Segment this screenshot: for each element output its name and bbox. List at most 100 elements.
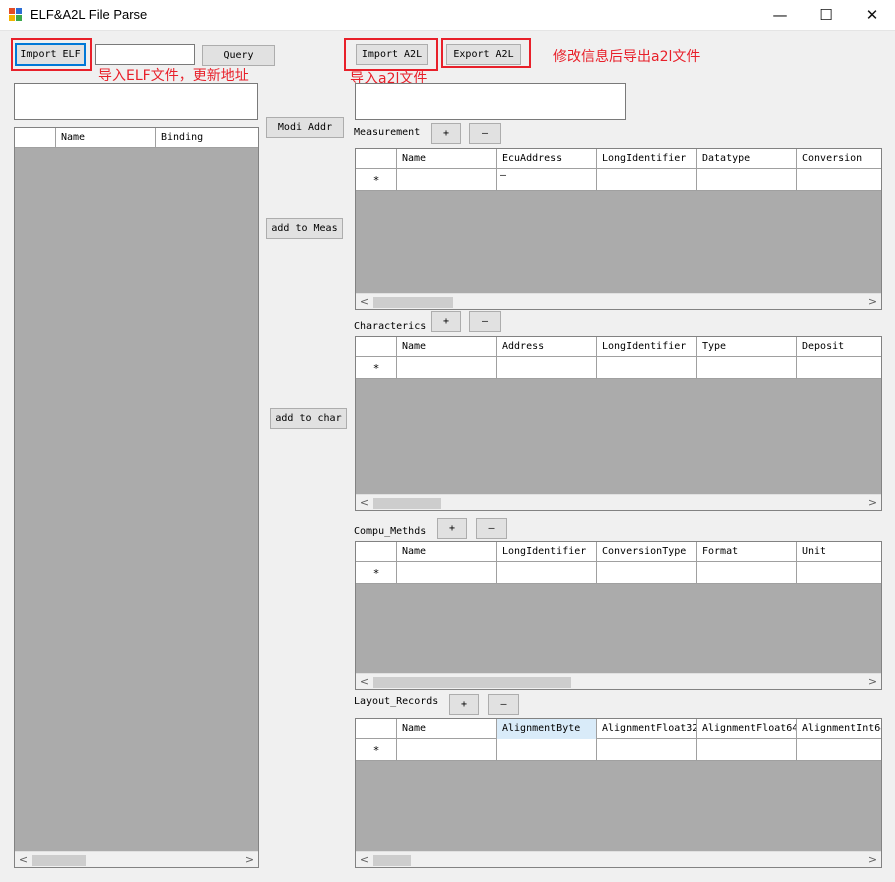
- cell[interactable]: [597, 357, 697, 379]
- cell[interactable]: [797, 562, 881, 584]
- cell[interactable]: [797, 169, 881, 191]
- import-elf-annotation: 导入ELF文件，更新地址: [98, 68, 249, 84]
- cell[interactable]: [397, 357, 497, 379]
- compu-methods-label: Compu_Methds: [354, 526, 427, 537]
- cell[interactable]: —: [497, 169, 597, 191]
- import-a2l-button[interactable]: Import A2L: [356, 44, 428, 65]
- column-header-datatype[interactable]: Datatype: [697, 149, 797, 169]
- cell[interactable]: [697, 357, 797, 379]
- layout-records-grid[interactable]: Name AlignmentByte AlignmentFloat32 Alig…: [355, 718, 882, 868]
- column-header-longidentifier[interactable]: LongIdentifier: [597, 149, 697, 169]
- column-header[interactable]: [15, 128, 56, 148]
- column-header-format[interactable]: Format: [697, 542, 797, 562]
- column-header-alignmentbyte[interactable]: AlignmentByte: [497, 719, 597, 739]
- maximize-button[interactable]: ☐: [803, 0, 849, 31]
- new-row[interactable]: *: [356, 739, 881, 761]
- new-row[interactable]: *: [356, 357, 881, 379]
- scroll-thumb[interactable]: [373, 855, 411, 866]
- cell[interactable]: [697, 169, 797, 191]
- scroll-left-icon[interactable]: <: [15, 852, 32, 867]
- a2l-info-textbox[interactable]: [355, 83, 626, 120]
- measurement-add-button[interactable]: +: [431, 123, 461, 144]
- close-button[interactable]: ✕: [849, 0, 895, 31]
- cell[interactable]: [797, 739, 881, 761]
- elf-info-textbox[interactable]: [14, 83, 258, 120]
- column-header-name[interactable]: Name: [397, 337, 497, 357]
- cell[interactable]: [497, 357, 597, 379]
- column-header-longidentifier[interactable]: LongIdentifier: [497, 542, 597, 562]
- scroll-thumb[interactable]: [373, 297, 453, 308]
- cell[interactable]: [697, 739, 797, 761]
- search-input[interactable]: [95, 44, 195, 65]
- measurement-grid[interactable]: Name EcuAddress LongIdentifier Datatype …: [355, 148, 882, 310]
- scroll-right-icon[interactable]: >: [864, 294, 881, 309]
- layout-records-grid-header: Name AlignmentByte AlignmentFloat32 Alig…: [356, 719, 881, 739]
- measurement-hscrollbar[interactable]: < >: [356, 293, 881, 309]
- column-header-type[interactable]: Type: [697, 337, 797, 357]
- new-row[interactable]: * —: [356, 169, 881, 191]
- compu-methods-grid[interactable]: Name LongIdentifier ConversionType Forma…: [355, 541, 882, 690]
- cell[interactable]: [397, 169, 497, 191]
- characterics-add-button[interactable]: +: [431, 311, 461, 332]
- scroll-right-icon[interactable]: >: [241, 852, 258, 867]
- scroll-thumb[interactable]: [373, 677, 571, 688]
- column-header-name[interactable]: Name: [397, 542, 497, 562]
- cell[interactable]: [397, 562, 497, 584]
- column-header-binding[interactable]: Binding: [156, 128, 258, 148]
- cell[interactable]: [597, 562, 697, 584]
- scroll-left-icon[interactable]: <: [356, 674, 373, 689]
- cell[interactable]: [697, 562, 797, 584]
- characterics-grid[interactable]: Name Address LongIdentifier Type Deposit…: [355, 336, 882, 511]
- column-header-alignmentint64[interactable]: AlignmentInt64: [797, 719, 881, 739]
- layout-records-add-button[interactable]: +: [449, 694, 479, 715]
- scroll-right-icon[interactable]: >: [864, 674, 881, 689]
- compu-methods-remove-button[interactable]: —: [476, 518, 507, 539]
- export-a2l-annotation: 修改信息后导出a2l文件: [553, 49, 701, 65]
- new-row-marker: *: [356, 562, 397, 584]
- scroll-thumb[interactable]: [373, 498, 441, 509]
- measurement-grid-header: Name EcuAddress LongIdentifier Datatype …: [356, 149, 881, 169]
- column-header-address[interactable]: Address: [497, 337, 597, 357]
- cell[interactable]: [497, 739, 597, 761]
- cell[interactable]: [497, 562, 597, 584]
- compu-methods-add-button[interactable]: +: [437, 518, 467, 539]
- add-to-meas-button[interactable]: add to Meas: [266, 218, 343, 239]
- column-header-conversion[interactable]: Conversion: [797, 149, 881, 169]
- new-row-marker: *: [356, 739, 397, 761]
- cell[interactable]: [597, 739, 697, 761]
- cell[interactable]: [597, 169, 697, 191]
- column-header-conversiontype[interactable]: ConversionType: [597, 542, 697, 562]
- column-header-longidentifier[interactable]: LongIdentifier: [597, 337, 697, 357]
- scroll-thumb[interactable]: [32, 855, 86, 866]
- query-button[interactable]: Query: [202, 45, 275, 66]
- column-header-deposit[interactable]: Deposit: [797, 337, 881, 357]
- column-header-alignmentfloat32[interactable]: AlignmentFloat32: [597, 719, 697, 739]
- compu-methods-hscrollbar[interactable]: < >: [356, 673, 881, 689]
- measurement-remove-button[interactable]: —: [469, 123, 501, 144]
- add-to-char-button[interactable]: add to char: [270, 408, 347, 429]
- column-header-name[interactable]: Name: [56, 128, 156, 148]
- column-header-unit[interactable]: Unit: [797, 542, 881, 562]
- elf-symbol-grid[interactable]: Name Binding < >: [14, 127, 259, 868]
- characterics-remove-button[interactable]: —: [469, 311, 501, 332]
- modi-addr-button[interactable]: Modi Addr: [266, 117, 344, 138]
- column-header-name[interactable]: Name: [397, 719, 497, 739]
- elf-grid-hscrollbar[interactable]: < >: [15, 851, 258, 867]
- column-header-alignmentfloat64[interactable]: AlignmentFloat64: [697, 719, 797, 739]
- cell[interactable]: [397, 739, 497, 761]
- column-header-name[interactable]: Name: [397, 149, 497, 169]
- new-row[interactable]: *: [356, 562, 881, 584]
- scroll-right-icon[interactable]: >: [864, 852, 881, 867]
- scroll-left-icon[interactable]: <: [356, 294, 373, 309]
- scroll-left-icon[interactable]: <: [356, 852, 373, 867]
- scroll-left-icon[interactable]: <: [356, 495, 373, 510]
- minimize-button[interactable]: —: [757, 0, 803, 31]
- import-elf-button[interactable]: Import ELF: [15, 43, 86, 66]
- cell[interactable]: [797, 357, 881, 379]
- export-a2l-button[interactable]: Export A2L: [446, 44, 521, 65]
- layout-records-remove-button[interactable]: —: [488, 694, 519, 715]
- layout-records-hscrollbar[interactable]: < >: [356, 851, 881, 867]
- characterics-hscrollbar[interactable]: < >: [356, 494, 881, 510]
- scroll-right-icon[interactable]: >: [864, 495, 881, 510]
- column-header-ecuaddress[interactable]: EcuAddress: [497, 149, 597, 169]
